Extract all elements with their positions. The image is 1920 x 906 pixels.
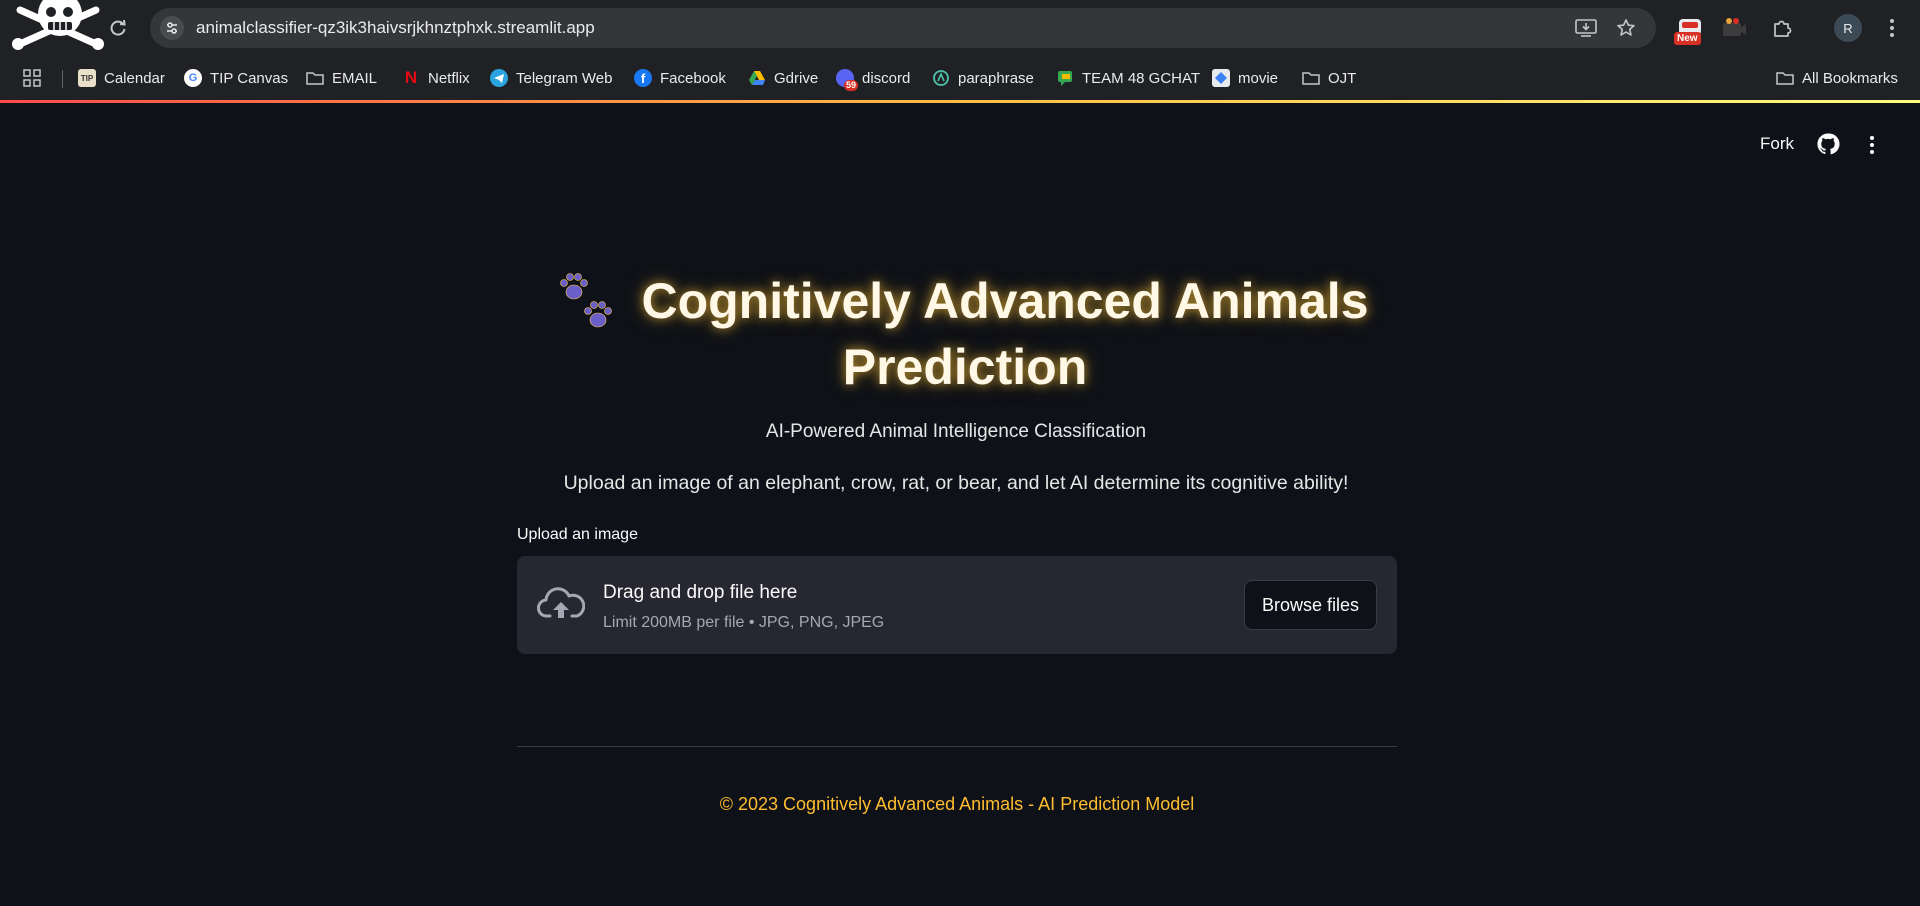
install-app-icon[interactable] <box>1574 16 1598 40</box>
bookmark-label: EMAIL <box>332 69 378 87</box>
cloud-upload-icon <box>537 587 585 618</box>
bookmark-team48-gchat[interactable]: TEAM 48 GCHAT <box>1056 66 1200 90</box>
star-bookmark-icon[interactable] <box>1614 16 1638 40</box>
upload-label: Upload an image <box>517 526 638 543</box>
bookmark-paraphrase[interactable]: paraphrase <box>932 66 1034 90</box>
bookmark-discord[interactable]: 59 discord <box>836 66 911 91</box>
page-description: Upload an image of an elephant, crow, ra… <box>563 472 1349 494</box>
page-title-line-1: Cognitively Advanced Animals <box>641 273 1369 329</box>
bookmark-email-folder[interactable]: EMAIL <box>306 66 377 90</box>
all-bookmarks-folder[interactable]: All Bookmarks <box>1776 66 1898 90</box>
new-badge: New <box>1674 32 1701 45</box>
bookmark-label: Telegram Web <box>516 69 613 87</box>
dropzone-instructions: Drag and drop file here <box>603 582 798 603</box>
reload-icon[interactable] <box>104 14 132 42</box>
bookmark-ojt-folder[interactable]: OJT <box>1302 66 1356 90</box>
gchat-icon <box>1056 69 1074 87</box>
bookmark-label: Netflix <box>428 69 470 87</box>
bookmark-label: TEAM 48 GCHAT <box>1082 69 1201 87</box>
profile-avatar[interactable]: R <box>1834 14 1862 42</box>
main-menu-icon[interactable] <box>1862 132 1882 158</box>
apps-grid-icon[interactable] <box>20 66 44 90</box>
menu-dot <box>1870 150 1874 154</box>
bookmark-label: Calendar <box>104 69 165 87</box>
bookmark-label: paraphrase <box>958 69 1034 87</box>
site-info-icon[interactable] <box>160 16 184 40</box>
video-extension-icon[interactable] <box>1720 14 1748 42</box>
menu-dot <box>1870 143 1874 147</box>
bookmark-calendar[interactable]: TIP Calendar <box>78 66 165 90</box>
paraphrase-icon <box>932 69 950 87</box>
bookmark-label: TIP Canvas <box>210 69 289 87</box>
bookmark-telegram[interactable]: Telegram Web <box>490 66 612 90</box>
github-icon[interactable] <box>1816 132 1840 156</box>
bookmarks-divider <box>62 70 63 88</box>
address-bar[interactable]: animalclassifier-qz3ik3haivsrjkhnztphxk.… <box>150 8 1656 48</box>
telegram-icon <box>490 69 508 87</box>
page-title: Cognitively Advanced Animals Prediction <box>540 268 1390 400</box>
discord-icon: 59 <box>836 69 858 91</box>
url-text[interactable]: animalclassifier-qz3ik3haivsrjkhnztphxk.… <box>196 18 595 38</box>
bookmark-label: All Bookmarks <box>1802 69 1898 87</box>
bookmark-netflix[interactable]: N Netflix <box>402 66 470 90</box>
gdrive-icon <box>748 69 766 87</box>
facebook-icon: f <box>634 69 652 87</box>
footer-text: © 2023 Cognitively Advanced Animals - AI… <box>719 794 1195 814</box>
bookmark-label: movie <box>1238 69 1279 87</box>
browse-files-button[interactable]: Browse files <box>1244 580 1377 630</box>
file-dropzone[interactable]: Drag and drop file here Limit 200MB per … <box>517 556 1397 654</box>
bookmark-tip-canvas[interactable]: G TIP Canvas <box>184 66 288 90</box>
fork-link[interactable]: Fork <box>1760 134 1794 154</box>
bookmark-facebook[interactable]: f Facebook <box>634 66 726 90</box>
bookmark-label: Facebook <box>660 69 726 87</box>
menu-dot <box>1870 136 1874 140</box>
streamlit-decoration-bar <box>0 100 1920 103</box>
jolly-roger-logo-icon[interactable] <box>6 0 110 52</box>
netflix-icon: N <box>404 68 418 87</box>
google-icon: G <box>184 69 202 87</box>
dropzone-file-limit: Limit 200MB per file • JPG, PNG, JPEG <box>603 614 885 631</box>
folder-icon <box>1776 69 1794 87</box>
bookmark-label: OJT <box>1328 69 1357 87</box>
bookmark-label: discord <box>862 69 911 87</box>
folder-icon <box>1302 69 1320 87</box>
extensions-puzzle-icon[interactable] <box>1768 14 1796 42</box>
bookmark-movie[interactable]: movie <box>1212 66 1278 90</box>
discord-badge: 59 <box>843 80 858 91</box>
folder-icon <box>306 69 324 87</box>
bookmarks-bar: TIP Calendar G TIP Canvas EMAIL N Netfli… <box>0 56 1920 100</box>
page-title-line-2: Prediction <box>842 339 1088 395</box>
page-subtitle: AI-Powered Animal Intelligence Classific… <box>765 421 1147 442</box>
calendar-icon: TIP <box>78 69 96 87</box>
browser-menu-icon[interactable] <box>1878 14 1906 42</box>
bookmark-gdrive[interactable]: Gdrive <box>748 66 818 90</box>
movie-icon <box>1212 69 1230 87</box>
footer-divider <box>517 746 1397 747</box>
browser-toolbar: animalclassifier-qz3ik3haivsrjkhnztphxk.… <box>0 0 1920 56</box>
bookmark-label: Gdrive <box>774 69 819 87</box>
